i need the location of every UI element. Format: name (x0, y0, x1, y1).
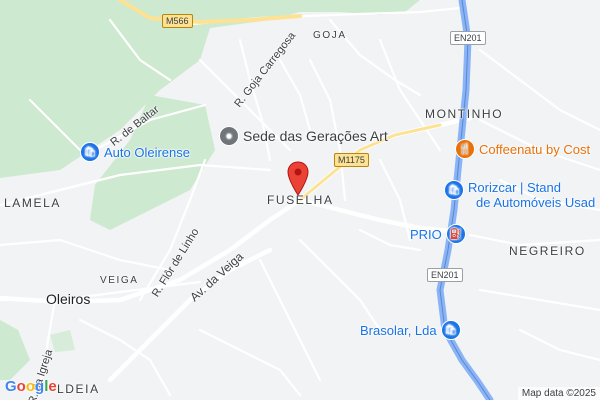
place-label-montinho: MONTINHO (425, 107, 504, 121)
place-label-goja: GOJA (313, 30, 347, 41)
map-attribution: Map data ©2025 (517, 387, 600, 400)
poi-label: Coffeenatu by Cost (479, 141, 591, 157)
place-label-oleiros: Oleiros (46, 291, 91, 307)
poi-sede-das-geracoes[interactable]: ● Sede das Gerações Art (219, 126, 388, 146)
poi-rorizcar[interactable]: 🛍 Rorizcar | Stand de Automóveis Usad (444, 180, 595, 210)
road-shield-m566: M566 (162, 14, 193, 28)
poi-label-line1: Rorizcar | Stand (468, 180, 561, 195)
shopping-bag-icon: 🛍 (440, 320, 461, 340)
place-label-lamela: LAMELA (4, 196, 61, 210)
green-area-southwest (0, 320, 30, 380)
location-pin-icon[interactable] (287, 161, 309, 197)
place-label-veiga: VEIGA (100, 275, 139, 286)
map-canvas[interactable]: GOJA MONTINHO LAMELA FUSELHA NEGREIRO VE… (0, 0, 600, 400)
poi-prio[interactable]: ⛽ PRIO (410, 224, 466, 244)
shopping-bag-icon: 🛍 (444, 180, 464, 200)
restaurant-icon: 🍴 (455, 139, 475, 159)
road-shield-m1175: M1175 (334, 153, 369, 167)
place-label-aldeia: LDEIA (57, 382, 100, 396)
poi-auto-oleirense[interactable]: 🛍 Auto Oleirense (80, 142, 190, 162)
gas-station-icon: ⛽ (445, 224, 466, 244)
poi-label: Auto Oleirense (104, 144, 190, 160)
green-area-south (50, 330, 75, 352)
road-shield-en201-bottom: EN201 (427, 268, 463, 282)
road-shield-en201-top: EN201 (450, 31, 486, 45)
google-logo: Google (5, 378, 57, 395)
poi-brasolar[interactable]: 🛍 Brasolar, Lda (360, 320, 461, 340)
poi-coffeenatu[interactable]: 🍴 Coffeenatu by Cost (455, 139, 590, 159)
poi-label: Sede das Gerações Art (243, 128, 388, 144)
place-label-negreiro: NEGREIRO (509, 244, 586, 258)
poi-label: Brasolar, Lda (360, 322, 437, 338)
shopping-bag-icon: 🛍 (80, 142, 100, 162)
landmark-icon: ● (219, 126, 239, 146)
poi-label: PRIO (410, 226, 442, 242)
poi-label-line2: de Automóveis Usad (476, 195, 596, 210)
